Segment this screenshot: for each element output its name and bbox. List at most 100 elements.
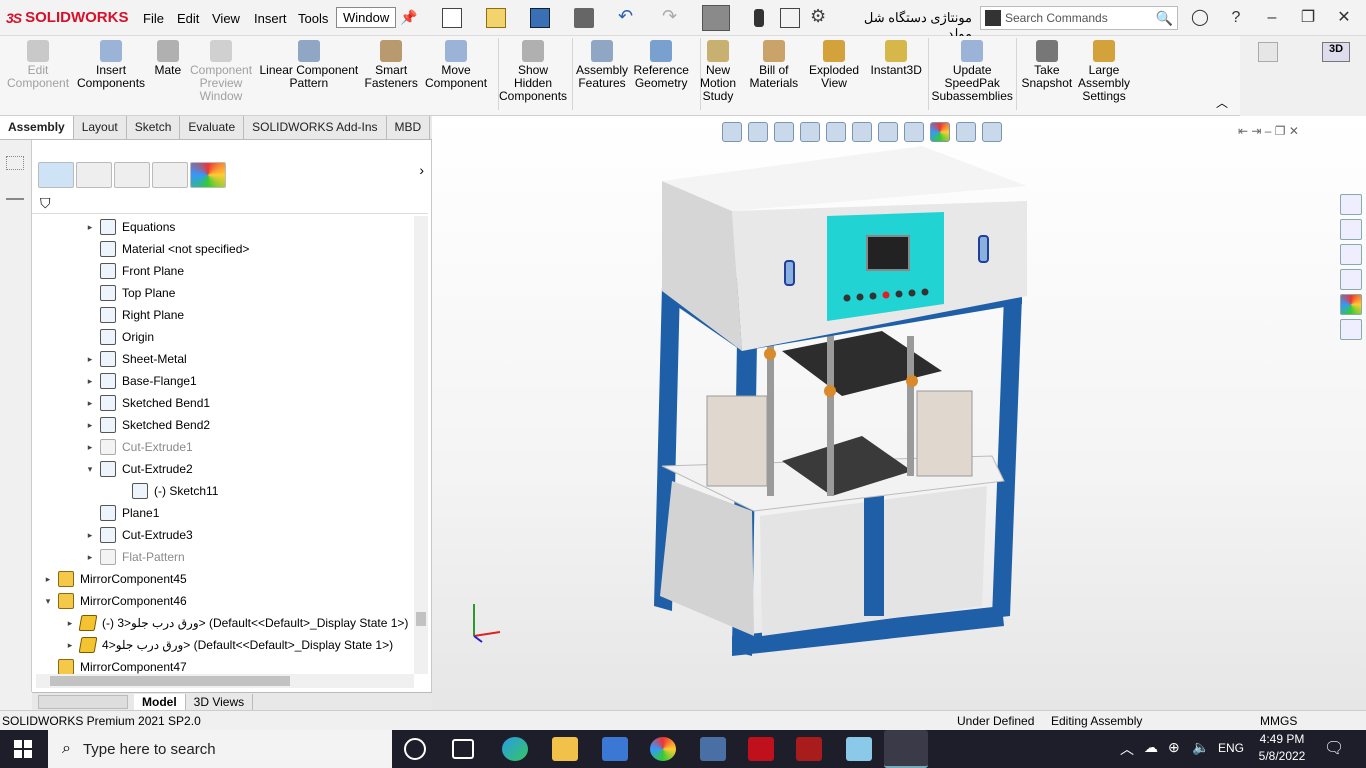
menu-edit[interactable]: Edit bbox=[177, 11, 199, 26]
tree-item[interactable]: Plane1 bbox=[84, 502, 159, 524]
help-icon[interactable]: ? bbox=[1224, 6, 1248, 30]
account-icon[interactable]: ◯ bbox=[1188, 6, 1212, 30]
cmd-component-preview-window[interactable]: Component Preview Window bbox=[190, 40, 252, 103]
filter-icon[interactable]: ⛉ bbox=[40, 195, 51, 212]
expand-arrow-icon[interactable]: ▸ bbox=[64, 618, 76, 629]
cortana-icon[interactable] bbox=[404, 738, 426, 760]
cmd-smart-fasteners[interactable]: Smart Fasteners bbox=[365, 40, 418, 90]
cmd-instant3d[interactable]: Instant3D bbox=[871, 40, 922, 77]
tree-item[interactable]: ▸ Cut-Extrude3 bbox=[84, 524, 193, 546]
view-cube-icon[interactable] bbox=[1258, 42, 1278, 62]
3d-view-icon[interactable]: 3D bbox=[1322, 42, 1350, 62]
tree-item[interactable]: ▸ Sketched Bend1 bbox=[84, 392, 210, 414]
collapse-chevron-icon[interactable]: ︿ bbox=[1216, 94, 1228, 111]
tab-sketch[interactable]: Sketch bbox=[127, 116, 181, 139]
solidworks-active-icon[interactable] bbox=[884, 730, 928, 768]
rebuild-icon[interactable] bbox=[754, 9, 764, 27]
expand-arrow-icon[interactable]: ▸ bbox=[84, 420, 96, 431]
cmd-assembly-features[interactable]: Assembly Features bbox=[576, 40, 628, 90]
tree-item[interactable]: (-) Sketch11 bbox=[116, 480, 218, 502]
menu-file[interactable]: File bbox=[143, 11, 164, 26]
redo-icon[interactable]: ↷ bbox=[662, 6, 677, 27]
clock-date[interactable]: 5/8/2022 bbox=[1256, 749, 1308, 763]
graphics-area[interactable]: ⇤ ⇥ – ❐ ✕ bbox=[432, 116, 1366, 710]
calculator-icon[interactable] bbox=[602, 737, 628, 761]
expand-arrow-icon[interactable]: ▾ bbox=[42, 596, 54, 607]
cmd-linear-component-pattern[interactable]: Linear Component Pattern bbox=[260, 40, 358, 90]
windows-start-icon[interactable] bbox=[14, 740, 32, 758]
tab-layout[interactable]: Layout bbox=[74, 116, 127, 139]
open-folder-icon[interactable] bbox=[486, 8, 506, 28]
chrome-icon[interactable] bbox=[650, 737, 676, 761]
cmd-edit-component[interactable]: Edit Component bbox=[7, 40, 69, 90]
tree-item[interactable]: Origin bbox=[84, 326, 154, 348]
tree-item[interactable]: ▸ (-) ورق درب جلو<3> (Default<<Default>_D… bbox=[64, 612, 408, 634]
tree-item[interactable]: Right Plane bbox=[84, 304, 184, 326]
expand-arrow-icon[interactable]: ▸ bbox=[84, 354, 96, 365]
expand-arrow-icon[interactable]: ▸ bbox=[64, 640, 76, 651]
cmd-reference-geometry[interactable]: Reference Geometry bbox=[634, 40, 689, 90]
taskbar-search-input[interactable]: Type here to search bbox=[83, 741, 216, 758]
cmd-take-snapshot[interactable]: Take Snapshot bbox=[1022, 40, 1072, 90]
search-icon[interactable]: 🔍 bbox=[1156, 10, 1173, 27]
cmd-large-assembly-settings[interactable]: Large Assembly Settings bbox=[1078, 40, 1130, 103]
expand-arrow-icon[interactable]: ▾ bbox=[84, 464, 96, 475]
tree-item[interactable]: ▸ Equations bbox=[84, 216, 175, 238]
cmd-exploded-view[interactable]: Exploded View bbox=[809, 40, 859, 90]
edge-icon[interactable] bbox=[502, 737, 528, 761]
cmd-bill-of-materials[interactable]: Bill of Materials bbox=[750, 40, 798, 90]
expand-arrow-icon[interactable]: ▸ bbox=[84, 442, 96, 453]
tray-chevron-icon[interactable]: ︿ bbox=[1120, 739, 1134, 759]
menu-window[interactable]: Window bbox=[336, 7, 397, 28]
minimize-button[interactable]: – bbox=[1260, 6, 1284, 30]
featuremanager-tab-icon[interactable] bbox=[38, 162, 74, 188]
expand-arrow-icon[interactable]: ▸ bbox=[84, 552, 96, 563]
tree-horizontal-scrollbar[interactable] bbox=[36, 674, 414, 688]
tree-item[interactable]: ▸ MirrorComponent45 bbox=[42, 568, 187, 590]
assembly-model[interactable] bbox=[632, 136, 1072, 666]
file-explorer-icon[interactable] bbox=[1340, 244, 1362, 265]
tab-evaluate[interactable]: Evaluate bbox=[180, 116, 245, 139]
solidworks-explorer-icon[interactable] bbox=[796, 737, 822, 761]
language-indicator[interactable]: ENG bbox=[1218, 741, 1244, 755]
cmd-mate[interactable]: Mate bbox=[155, 40, 181, 77]
search-input[interactable]: Search Commands bbox=[1005, 11, 1156, 25]
volume-icon[interactable]: 🔈 bbox=[1192, 739, 1209, 756]
close-button[interactable]: ✕ bbox=[1332, 6, 1356, 30]
custom-properties-icon[interactable] bbox=[1340, 319, 1362, 340]
tree-item[interactable]: ▸ Cut-Extrude1 bbox=[84, 436, 193, 458]
cloud-icon[interactable]: ☁ bbox=[1144, 739, 1158, 756]
cmd-new-motion-study[interactable]: New Motion Study bbox=[700, 40, 736, 103]
tree-item[interactable]: ▸ Sketched Bend2 bbox=[84, 414, 210, 436]
tree-item[interactable]: ▾ MirrorComponent46 bbox=[42, 590, 187, 612]
expand-arrow-icon[interactable]: ▸ bbox=[84, 530, 96, 541]
view-palette-icon[interactable] bbox=[1340, 269, 1362, 290]
network-icon[interactable]: ⊕ bbox=[1168, 739, 1180, 756]
solidworks-2021-icon[interactable] bbox=[748, 737, 774, 761]
app-icon[interactable] bbox=[700, 737, 726, 761]
expand-arrow-icon[interactable]: ▸ bbox=[84, 398, 96, 409]
dimxpert-tab-icon[interactable] bbox=[152, 162, 188, 188]
tab-model[interactable]: Model bbox=[134, 693, 186, 710]
select-icon[interactable] bbox=[702, 5, 730, 31]
tree-item[interactable]: Front Plane bbox=[84, 260, 184, 282]
tree-item[interactable]: ▸ Sheet-Metal bbox=[84, 348, 187, 370]
cmd-show-hidden-components[interactable]: Show Hidden Components bbox=[499, 40, 567, 103]
expand-arrow-icon[interactable]: ▸ bbox=[42, 574, 54, 585]
restore-button[interactable]: ❐ bbox=[1296, 6, 1320, 30]
tree-item[interactable]: Material <not specified> bbox=[84, 238, 249, 260]
tab-assembly[interactable]: Assembly bbox=[0, 116, 74, 139]
unit-system[interactable]: MMGS bbox=[1260, 714, 1297, 728]
tab-3d-views[interactable]: 3D Views bbox=[186, 693, 254, 710]
file-properties-icon[interactable] bbox=[780, 8, 800, 28]
cmd-update-speedpak-subassemblies[interactable]: Update SpeedPak Subassemblies bbox=[932, 40, 1013, 103]
line-icon[interactable] bbox=[6, 186, 24, 200]
tree-item[interactable]: Top Plane bbox=[84, 282, 175, 304]
notifications-icon[interactable]: 🗨 bbox=[1324, 738, 1344, 758]
tree-item[interactable]: MirrorComponent47 bbox=[42, 656, 187, 674]
save-icon[interactable] bbox=[530, 8, 550, 28]
menu-tools[interactable]: Tools bbox=[298, 11, 328, 26]
configurationmanager-tab-icon[interactable] bbox=[114, 162, 150, 188]
new-document-icon[interactable] bbox=[442, 8, 462, 28]
cmd-insert-components[interactable]: Insert Components bbox=[77, 40, 145, 90]
